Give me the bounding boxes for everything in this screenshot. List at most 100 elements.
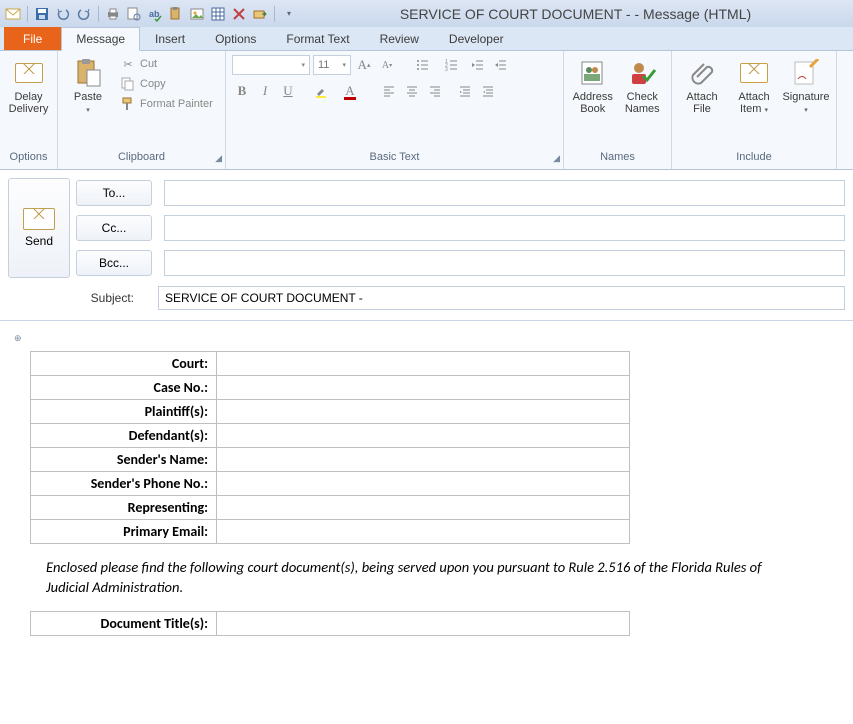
format-painter-button[interactable]: Format Painter	[116, 95, 217, 113]
send-button[interactable]: Send	[8, 178, 70, 278]
table-row: Case No.:	[31, 376, 630, 400]
numbering-button[interactable]: 123	[438, 55, 464, 75]
dialog-launcher-icon[interactable]: ◢	[553, 153, 560, 164]
court-fields-table: Court:Case No.:Plaintiff(s):Defendant(s)…	[30, 351, 630, 544]
paperclip-icon	[686, 57, 718, 89]
ribbon-tabs: File Message Insert Options Format Text …	[0, 27, 853, 51]
message-body[interactable]: ⊕ Court:Case No.:Plaintiff(s):Defendant(…	[0, 321, 853, 652]
group-clipboard-label: Clipboard	[118, 151, 165, 163]
address-book-button[interactable]: Address Book	[570, 55, 616, 117]
field-label: Sender's Name:	[31, 448, 217, 472]
table-row: Sender's Phone No.:	[31, 472, 630, 496]
underline-button[interactable]: U	[278, 81, 298, 101]
font-family-combo[interactable]: ▾	[232, 55, 310, 75]
field-value[interactable]	[217, 376, 630, 400]
to-field[interactable]	[164, 180, 845, 206]
italic-button[interactable]: I	[255, 81, 275, 101]
doc-title-label: Document Title(s):	[31, 612, 217, 636]
cut-button[interactable]: ✂Cut	[116, 55, 217, 73]
attach-item-button[interactable]: Attach Item ▾	[730, 55, 778, 119]
delay-delivery-button[interactable]: Delay Delivery	[6, 55, 51, 117]
table-row: Defendant(s):	[31, 424, 630, 448]
window-title: SERVICE OF COURT DOCUMENT - - Message (H…	[298, 6, 853, 22]
body-paragraph: Enclosed please find the following court…	[16, 544, 837, 611]
tab-file[interactable]: File	[4, 27, 61, 50]
tab-message[interactable]: Message	[61, 27, 140, 51]
shrink-font-button[interactable]: A▾	[377, 55, 397, 75]
check-names-icon	[626, 57, 658, 89]
field-value[interactable]	[217, 400, 630, 424]
save-icon[interactable]	[33, 5, 51, 23]
grow-font-button[interactable]: A▴	[354, 55, 374, 75]
field-value[interactable]	[217, 448, 630, 472]
to-button[interactable]: To...	[76, 180, 152, 206]
tab-format-text[interactable]: Format Text	[271, 27, 364, 50]
increase-indent-button2[interactable]	[478, 81, 498, 101]
insert-table-icon[interactable]	[209, 5, 227, 23]
signature-icon	[790, 57, 822, 89]
field-label: Defendant(s):	[31, 424, 217, 448]
format-painter-icon	[120, 96, 136, 112]
subject-label: Subject:	[8, 291, 152, 305]
customize-qat-icon[interactable]: ▾	[280, 5, 298, 23]
cut-icon: ✂	[120, 56, 136, 72]
highlight-button[interactable]	[308, 81, 334, 101]
send-icon	[23, 208, 55, 230]
decrease-indent-button[interactable]	[467, 55, 487, 75]
delete-icon[interactable]	[230, 5, 248, 23]
group-basic-text-label: Basic Text	[370, 151, 420, 163]
print-preview-icon[interactable]	[125, 5, 143, 23]
bcc-field[interactable]	[164, 250, 845, 276]
field-label: Primary Email:	[31, 520, 217, 544]
decrease-indent-button2[interactable]	[455, 81, 475, 101]
tab-review[interactable]: Review	[365, 27, 434, 50]
spelling-icon[interactable]: ab	[146, 5, 164, 23]
subject-field[interactable]	[158, 286, 845, 310]
tab-developer[interactable]: Developer	[434, 27, 519, 50]
align-right-button[interactable]	[425, 81, 445, 101]
svg-text:ab: ab	[149, 9, 160, 19]
field-label: Representing:	[31, 496, 217, 520]
field-value[interactable]	[217, 352, 630, 376]
font-color-button[interactable]: A	[337, 81, 363, 101]
tab-options[interactable]: Options	[200, 27, 271, 50]
bold-button[interactable]: B	[232, 81, 252, 101]
attach-item-icon	[738, 57, 770, 89]
bullets-button[interactable]	[409, 55, 435, 75]
table-row: Sender's Name:	[31, 448, 630, 472]
redo-icon[interactable]	[75, 5, 93, 23]
group-options-label: Options	[0, 151, 57, 169]
insert-picture-icon[interactable]	[188, 5, 206, 23]
address-book-icon	[577, 57, 609, 89]
app-icon	[4, 5, 22, 23]
font-size-combo[interactable]: 11▾	[313, 55, 351, 75]
field-value[interactable]	[217, 496, 630, 520]
field-value[interactable]	[217, 424, 630, 448]
copy-button[interactable]: Copy	[116, 75, 217, 93]
table-row: Plaintiff(s):	[31, 400, 630, 424]
signature-button[interactable]: Signature▾	[782, 55, 830, 119]
dialog-launcher-icon[interactable]: ◢	[215, 153, 222, 164]
field-label: Sender's Phone No.:	[31, 472, 217, 496]
undo-icon[interactable]	[54, 5, 72, 23]
document-title-table: Document Title(s):	[30, 611, 630, 636]
field-value[interactable]	[217, 520, 630, 544]
cc-button[interactable]: Cc...	[76, 215, 152, 241]
field-value[interactable]	[217, 472, 630, 496]
bcc-button[interactable]: Bcc...	[76, 250, 152, 276]
chevron-down-icon: ▾	[764, 107, 768, 114]
align-left-button[interactable]	[379, 81, 399, 101]
attach-file-button[interactable]: Attach File	[678, 55, 726, 117]
print-icon[interactable]	[104, 5, 122, 23]
title-bar: ab ▾ SERVICE OF COURT DOCUMENT - - Messa…	[0, 0, 853, 27]
align-center-button[interactable]	[402, 81, 422, 101]
paste-button[interactable]: Paste▾	[64, 55, 112, 119]
cc-field[interactable]	[164, 215, 845, 241]
chevron-down-icon: ▾	[804, 107, 808, 114]
move-icon[interactable]	[251, 5, 269, 23]
paste-icon[interactable]	[167, 5, 185, 23]
increase-indent-button[interactable]	[490, 55, 510, 75]
doc-title-cell[interactable]	[217, 612, 630, 636]
check-names-button[interactable]: Check Names	[620, 55, 666, 117]
tab-insert[interactable]: Insert	[140, 27, 200, 50]
